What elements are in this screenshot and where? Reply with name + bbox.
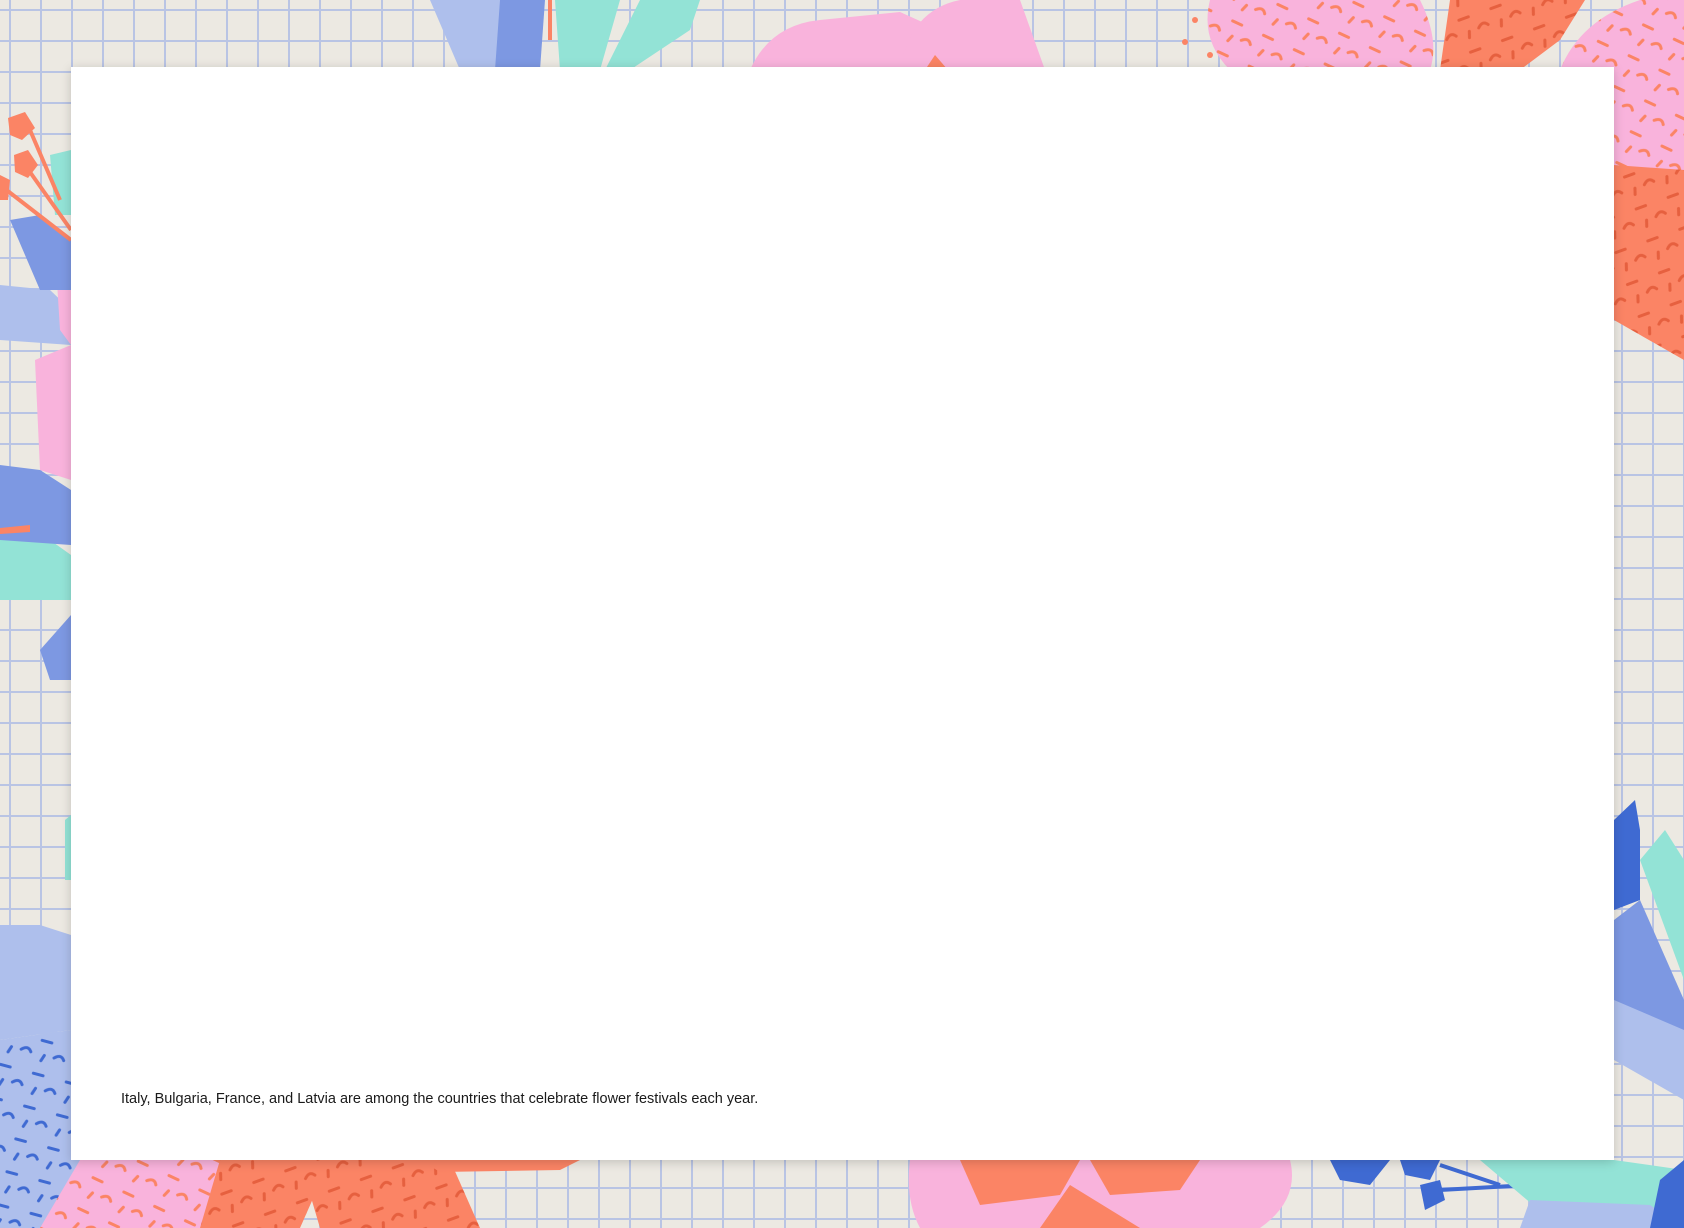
flower-petal-icon [750,0,1045,70]
leaf-icon [0,150,71,1040]
content-card: Italy, Bulgaria, France, and Latvia are … [71,67,1614,1160]
leaf-icon [1614,800,1684,1100]
flower-petal-icon [908,1160,1292,1228]
flower-petal-icon [430,0,700,70]
caption-text: Italy, Bulgaria, France, and Latvia are … [121,1091,759,1107]
stamen-icon [1330,1160,1684,1228]
